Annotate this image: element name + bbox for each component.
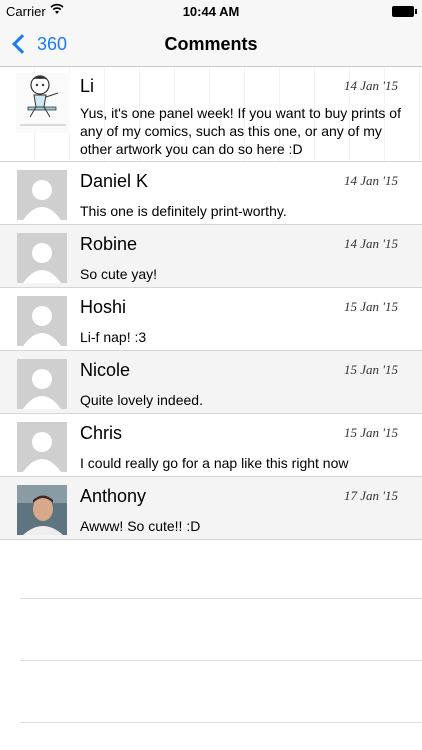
comment-date: 14 Jan '15 <box>343 173 398 188</box>
comment-text: Yus, it's one panel week! If you want to… <box>80 105 401 157</box>
default-avatar <box>17 296 67 346</box>
comment-author: Anthony <box>80 486 147 506</box>
comment-date: 15 Jan '15 <box>343 425 398 440</box>
clock: 10:44 AM <box>182 4 240 19</box>
doodle-avatar <box>16 73 70 133</box>
comment-row[interactable]: Nicole 15 Jan '15 Quite lovely indeed. <box>0 351 422 414</box>
comment-author: Chris <box>80 423 123 443</box>
default-avatar <box>17 359 67 409</box>
photo-avatar <box>17 485 67 535</box>
comment-date: 17 Jan '15 <box>343 488 398 503</box>
empty-row-separator <box>20 722 422 723</box>
comment-text: Li-f nap! :3 <box>80 329 147 345</box>
default-avatar <box>17 422 67 472</box>
comment-row[interactable]: Hoshi 15 Jan '15 Li-f nap! :3 <box>0 288 422 351</box>
comment-date: 15 Jan '15 <box>343 299 398 314</box>
comment-date: 14 Jan '15 <box>343 236 398 251</box>
comment-date: 15 Jan '15 <box>343 362 398 377</box>
status-bar: Carrier 10:44 AM <box>0 0 422 22</box>
empty-row-separator <box>20 660 422 661</box>
default-avatar <box>17 170 67 220</box>
comment-text: I could really go for a nap like this ri… <box>80 455 349 471</box>
comment-author: Nicole <box>80 360 131 380</box>
navigation-bar: 360 Comments <box>0 22 422 67</box>
comment-row[interactable]: Anthony 17 Jan '15 Awww! So cute!! :D <box>0 477 422 540</box>
comment-row[interactable]: Li 14 Jan '15 Yus, it's one panel week! … <box>0 67 422 162</box>
comment-author: Li <box>80 76 95 96</box>
comment-row[interactable]: Daniel K 14 Jan '15 This one is definite… <box>0 162 422 225</box>
comment-text: So cute yay! <box>80 266 158 282</box>
default-avatar <box>17 233 67 283</box>
battery-icon <box>392 6 417 17</box>
comment-row[interactable]: Robine 14 Jan '15 So cute yay! <box>0 225 422 288</box>
page-title: Comments <box>164 34 258 54</box>
comments-list: Li 14 Jan '15 Yus, it's one panel week! … <box>0 67 422 540</box>
comment-author: Daniel K <box>80 171 149 191</box>
comment-date: 14 Jan '15 <box>343 78 398 93</box>
comment-author: Robine <box>80 234 138 254</box>
comment-text: This one is definitely print-worthy. <box>80 203 287 219</box>
comment-text: Awww! So cute!! :D <box>80 518 201 534</box>
empty-row-separator <box>20 598 422 599</box>
comment-author: Hoshi <box>80 297 127 317</box>
comment-text: Quite lovely indeed. <box>80 392 203 408</box>
comment-row[interactable]: Chris 15 Jan '15 I could really go for a… <box>0 414 422 477</box>
